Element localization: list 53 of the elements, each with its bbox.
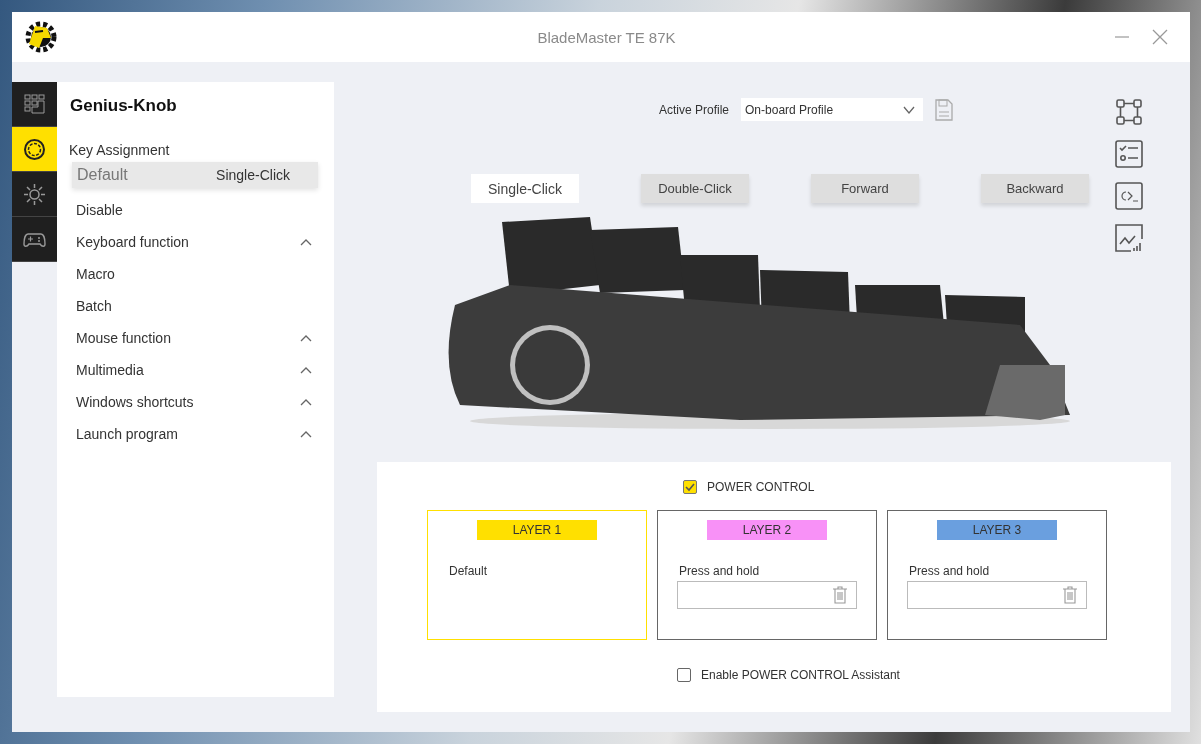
checkbox[interactable] xyxy=(683,480,697,494)
sidebar-item[interactable]: Mouse function xyxy=(69,322,318,354)
rail-tab[interactable] xyxy=(12,172,57,217)
sidebar-item[interactable]: Launch program xyxy=(69,418,318,450)
tab[interactable]: Forward xyxy=(811,174,919,203)
field-label: Press and hold xyxy=(679,564,761,578)
sidebar-item[interactable]: Multimedia xyxy=(69,354,318,386)
chevron-up-icon xyxy=(300,398,312,406)
sidebar-item[interactable]: Batch xyxy=(69,290,318,322)
tab[interactable]: Double-Click xyxy=(641,174,749,203)
chart-icon[interactable] xyxy=(1115,224,1143,252)
rail-tab[interactable] xyxy=(12,127,57,172)
knob-icon xyxy=(23,137,46,161)
sidebar-item[interactable]: Disable xyxy=(69,194,318,226)
checkbox-label[interactable]: Enable POWER CONTROL Assistant xyxy=(701,668,900,682)
chevron-up-icon xyxy=(300,334,312,342)
sun-icon xyxy=(23,182,46,206)
tab[interactable]: Backward xyxy=(981,174,1089,203)
chevron-up-icon xyxy=(300,238,312,246)
checklist-icon[interactable] xyxy=(1115,140,1143,168)
profile-dropdown[interactable]: On-board Profile xyxy=(741,98,924,121)
sidebar-item[interactable]: Default Single-Click xyxy=(72,162,318,188)
logo-icon xyxy=(23,20,57,54)
layer-action: Default xyxy=(449,564,489,578)
layer-label: LAYER 2 xyxy=(707,520,827,540)
grid-icon xyxy=(23,92,46,116)
trash-icon[interactable] xyxy=(1062,586,1078,604)
layer-card[interactable]: LAYER 3 Press and hold xyxy=(887,510,1107,640)
sidebar-item[interactable]: Keyboard function xyxy=(69,226,318,258)
section-label: Key Assignment xyxy=(69,142,171,158)
layer-card[interactable]: LAYER 1 Default xyxy=(427,510,647,640)
layer-card[interactable]: LAYER 2 Press and hold xyxy=(657,510,877,640)
checkbox[interactable] xyxy=(677,668,691,682)
layer-label: LAYER 3 xyxy=(937,520,1057,540)
key-input-field[interactable] xyxy=(677,581,857,609)
window-title: BladeMaster TE 87K xyxy=(536,28,677,46)
field-label: Press and hold xyxy=(909,564,991,578)
layer-label: LAYER 1 xyxy=(477,520,597,540)
profile-label: Active Profile xyxy=(659,102,730,117)
close-icon xyxy=(1152,29,1168,45)
chevron-down-icon xyxy=(903,105,916,114)
sidebar-item[interactable]: Macro xyxy=(69,258,318,290)
checkbox-label[interactable]: POWER CONTROL xyxy=(707,480,815,494)
nodes-icon[interactable] xyxy=(1115,98,1143,126)
panel-title: Genius-Knob xyxy=(70,96,178,116)
trash-icon[interactable] xyxy=(832,586,848,604)
tab[interactable]: Single-Click xyxy=(471,174,579,203)
key-input-field[interactable] xyxy=(907,581,1087,609)
terminal-icon[interactable] xyxy=(1115,182,1143,210)
sidebar-item[interactable]: Windows shortcuts xyxy=(69,386,318,418)
chevron-up-icon xyxy=(300,430,312,438)
chevron-up-icon xyxy=(300,366,312,374)
minimize-icon xyxy=(1114,36,1130,38)
